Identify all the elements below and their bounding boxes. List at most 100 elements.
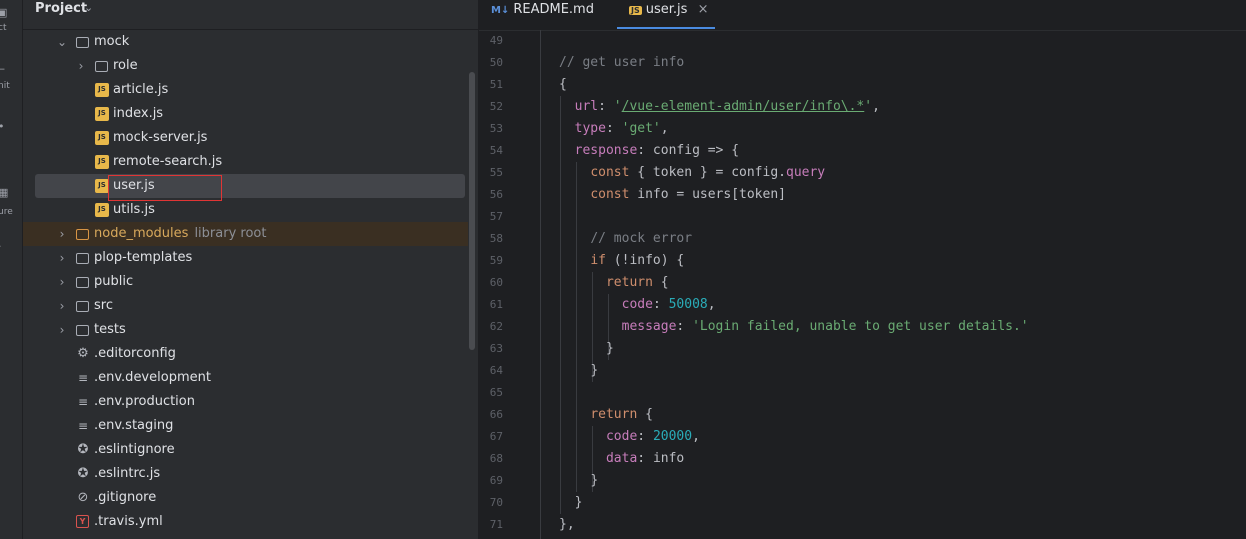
tree-item-mock[interactable]: ⌄ mock: [23, 30, 468, 54]
code-line: }: [559, 360, 598, 382]
tree-item-label: article.js: [113, 82, 169, 97]
project-tool-icon[interactable]: ▣: [0, 6, 7, 19]
code-key: response: [574, 143, 638, 158]
js-file-icon: JS: [95, 155, 109, 169]
chevron-right-icon[interactable]: ›: [56, 246, 68, 270]
commit-tool-label[interactable]: nit: [0, 81, 10, 91]
tree-item-label: public: [94, 274, 134, 289]
commit-tool-icon[interactable]: ‒: [0, 62, 5, 75]
structure-tool-icon[interactable]: ▦: [0, 186, 8, 199]
js-file-icon: JS: [629, 6, 642, 15]
tab-user-js[interactable]: JS user.js ×: [629, 0, 708, 28]
code-line: // mock error: [559, 228, 692, 250]
tree-item-label: role: [113, 58, 138, 73]
code-key: code: [605, 429, 638, 444]
project-tool-label[interactable]: ct: [0, 23, 6, 33]
line-number: 67: [489, 430, 503, 443]
tree-item-label: mock-server.js: [113, 130, 208, 145]
project-title[interactable]: Project: [35, 1, 87, 16]
more-tool-icon[interactable]: ·: [0, 240, 2, 253]
chevron-right-icon[interactable]: ›: [56, 222, 68, 246]
tree-item-label-group: node_modules library root: [94, 222, 266, 246]
eslint-icon: ✪: [77, 442, 89, 457]
project-scrollbar[interactable]: [469, 72, 475, 350]
js-file-icon: JS: [95, 203, 109, 217]
eslint-icon: ✪: [77, 466, 89, 481]
tree-item-editorconfig[interactable]: ⚙ .editorconfig: [23, 342, 468, 366]
code-property: query: [786, 165, 826, 180]
tree-item-label: .travis.yml: [94, 514, 163, 529]
code-line: code: 20000,: [605, 429, 700, 444]
line-number: 63: [489, 342, 503, 355]
tree-item-index-js[interactable]: JS index.js: [23, 102, 468, 126]
tree-item-gitignore[interactable]: ⊘ .gitignore: [23, 486, 468, 510]
js-file-icon: JS: [95, 131, 109, 145]
line-number: 58: [489, 232, 503, 245]
tree-item-label: user.js: [113, 178, 155, 193]
code-text: }: [574, 495, 583, 510]
line-number: 56: [489, 188, 503, 201]
code-text: }: [590, 363, 599, 378]
code-keyword: const: [590, 165, 630, 180]
code-line: type: 'get',: [574, 121, 669, 136]
code-key: type: [574, 121, 606, 136]
tree-item-node-modules[interactable]: › node_modules library root: [23, 222, 468, 246]
line-number: 64: [489, 364, 503, 377]
line-number: 61: [489, 298, 503, 311]
tree-item-label: .gitignore: [94, 490, 157, 505]
tab-readme[interactable]: M↓ README.md: [491, 0, 594, 28]
library-root-hint: library root: [194, 226, 267, 241]
tree-item-remote-search-js[interactable]: JS remote-search.js: [23, 150, 468, 174]
chevron-right-icon[interactable]: ›: [56, 294, 68, 318]
tree-item-travis-yml[interactable]: Y .travis.yml: [23, 510, 468, 534]
tree-item-plop-templates[interactable]: › plop-templates: [23, 246, 468, 270]
tree-item-label: .env.production: [94, 394, 195, 409]
code-text: }: [605, 341, 614, 356]
tree-item-src[interactable]: › src: [23, 294, 468, 318]
tree-item-article-js[interactable]: JS article.js: [23, 78, 468, 102]
tree-item-label: tests: [94, 322, 126, 337]
code-line: const info = users[token]: [559, 184, 786, 206]
line-number: 68: [489, 452, 503, 465]
code-number: 50008: [668, 297, 708, 312]
tree-item-env-staging[interactable]: ≡ .env.staging: [23, 414, 468, 438]
folder-icon: [76, 37, 89, 48]
code-url-string[interactable]: /vue-element-admin/user/info\.*: [622, 99, 865, 114]
js-file-icon: JS: [95, 179, 109, 193]
tree-item-public[interactable]: › public: [23, 270, 468, 294]
code-line: },: [559, 514, 575, 536]
tree-item-env-development[interactable]: ≡ .env.development: [23, 366, 468, 390]
line-number: 70: [489, 496, 503, 509]
folder-icon: [76, 253, 89, 264]
structure-tool-label[interactable]: ure: [0, 207, 13, 217]
line-number: 50: [489, 56, 503, 69]
tree-item-mock-server-js[interactable]: JS mock-server.js: [23, 126, 468, 150]
tree-item-utils-js[interactable]: JS utils.js: [23, 198, 468, 222]
gear-icon: ⚙: [77, 346, 89, 361]
tree-item-label: remote-search.js: [113, 154, 223, 169]
tree-item-tests[interactable]: › tests: [23, 318, 468, 342]
line-number: 49: [489, 34, 503, 47]
chevron-right-icon[interactable]: ›: [56, 318, 68, 342]
folder-icon: [95, 61, 108, 72]
folder-icon: [76, 229, 89, 240]
code-comment: // get user info: [559, 55, 685, 70]
tree-item-eslintignore[interactable]: ✪ .eslintignore: [23, 438, 468, 462]
chevron-down-icon[interactable]: ⌄: [84, 1, 93, 14]
tree-item-env-production[interactable]: ≡ .env.production: [23, 390, 468, 414]
tree-item-eslintrc-js[interactable]: ✪ .eslintrc.js: [23, 462, 468, 486]
code-line: {: [559, 74, 567, 96]
code-line: message: 'Login failed, unable to get us…: [621, 319, 1029, 334]
code-line: }: [559, 470, 598, 492]
chevron-right-icon[interactable]: ›: [56, 270, 68, 294]
code-string: 'get': [621, 121, 661, 136]
close-icon[interactable]: ×: [698, 2, 709, 17]
git-tool-icon[interactable]: •: [0, 120, 5, 133]
tree-item-role[interactable]: › role: [23, 54, 468, 78]
chevron-right-icon[interactable]: ›: [75, 54, 87, 78]
tree-item-user-js[interactable]: JS user.js: [35, 174, 465, 198]
tree-item-label: .eslintrc.js: [94, 466, 161, 481]
code-text: : config => {: [637, 143, 740, 158]
tab-label: user.js: [645, 2, 688, 17]
chevron-down-icon[interactable]: ⌄: [56, 30, 68, 54]
